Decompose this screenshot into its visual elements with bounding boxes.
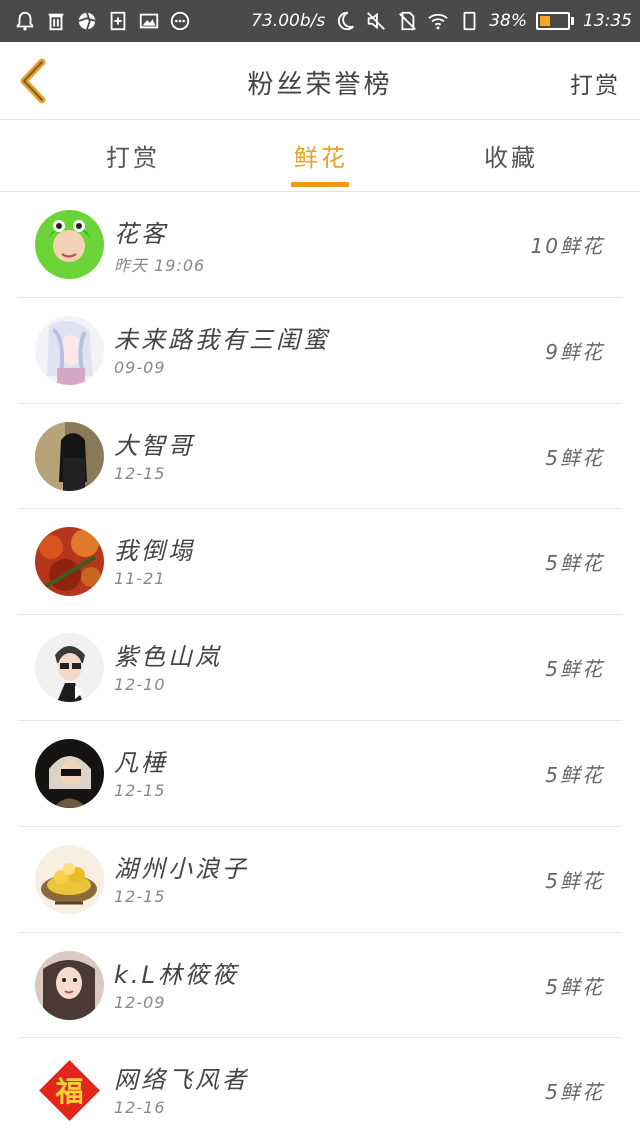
fan-date: 12-10: [114, 675, 166, 695]
aperture-icon: [76, 10, 98, 32]
fan-name: 紫色山岚: [114, 643, 222, 672]
avatar: [35, 210, 104, 279]
flower-count: 10鲜花: [530, 234, 604, 258]
tab-bar: 打赏 鲜花 收藏: [0, 120, 640, 192]
list-item[interactable]: k.L林筱筱 12-09 5鲜花: [18, 933, 622, 1039]
avatar: [35, 315, 104, 385]
list-item[interactable]: 我倒塌 11-21 5鲜花: [18, 509, 622, 616]
fan-ranking-list: 花客 昨天 19:06 10鲜花 未来路我有三闺蜜 09-09 9鲜花 大智哥 …: [18, 192, 622, 1138]
sim-add-icon: [107, 10, 129, 32]
fan-date: 12-09: [114, 992, 166, 1012]
tab-flowers[interactable]: 鲜花: [294, 138, 348, 173]
alarm-bell-icon: [14, 10, 36, 32]
fan-name: 凡棰: [114, 748, 168, 777]
avatar: [35, 844, 104, 914]
no-sim-icon: [396, 10, 418, 32]
avatar: 福: [35, 1056, 104, 1126]
fan-date: 11-21: [114, 569, 166, 589]
flower-count: 5鲜花: [545, 762, 604, 787]
battery-icon: [536, 12, 574, 30]
notification-icons: [14, 10, 191, 32]
avatar: [35, 633, 104, 703]
list-item[interactable]: 大智哥 12-15 5鲜花: [18, 404, 622, 510]
list-item[interactable]: 未来路我有三闺蜜 09-09 9鲜花: [18, 298, 622, 404]
list-item[interactable]: 紫色山岚 12-10 5鲜花: [18, 615, 622, 721]
fan-date: 12-15: [114, 886, 166, 906]
battery-percent: 38%: [489, 11, 527, 31]
avatar: [35, 421, 104, 491]
avatar-fu-text: 福: [54, 1075, 83, 1108]
clock: 13:35: [583, 11, 632, 31]
list-item[interactable]: 花客 昨天 19:06 10鲜花: [18, 192, 622, 298]
sim-card-icon: [458, 10, 480, 32]
fan-date: 12-16: [114, 1098, 166, 1118]
fan-name: 我倒塌: [114, 537, 195, 566]
list-item[interactable]: 凡棰 12-15 5鲜花: [18, 721, 622, 827]
fan-name: 未来路我有三闺蜜: [114, 325, 330, 354]
mute-icon: [365, 10, 387, 32]
avatar: [35, 527, 104, 597]
fan-name: 大智哥: [114, 431, 195, 460]
flower-count: 9鲜花: [545, 339, 604, 364]
system-status: 73.00b/s 38% 13:35: [251, 10, 632, 32]
network-speed: 73.00b/s: [251, 11, 326, 31]
avatar: [35, 950, 104, 1020]
app-header: 粉丝荣誉榜 打赏: [0, 42, 640, 120]
flower-count: 5鲜花: [545, 868, 604, 893]
flower-count: 5鲜花: [545, 445, 604, 470]
page-title: 粉丝荣誉榜: [247, 70, 393, 100]
fan-name: 网络飞风者: [114, 1066, 249, 1095]
fan-name: 湖州小浪子: [114, 854, 249, 883]
fan-date: 12-15: [114, 780, 166, 800]
fan-date: 09-09: [114, 357, 166, 377]
wifi-icon: [427, 10, 449, 32]
avatar: [35, 738, 104, 808]
tab-favorites[interactable]: 收藏: [484, 138, 538, 173]
trash-icon: [45, 10, 67, 32]
fan-name: k.L林筱筱: [114, 960, 239, 989]
flower-count: 5鲜花: [545, 551, 604, 576]
fan-date: 12-15: [114, 463, 166, 483]
active-tab-indicator: [291, 182, 349, 187]
flower-count: 5鲜花: [545, 974, 604, 999]
gallery-icon: [138, 10, 160, 32]
more-dots-icon: [169, 10, 191, 32]
fan-date: 昨天 19:06: [114, 256, 206, 275]
list-item[interactable]: 湖州小浪子 12-15 5鲜花: [18, 827, 622, 933]
status-bar: 73.00b/s 38% 13:35: [0, 0, 640, 42]
reward-button[interactable]: 打赏: [570, 66, 620, 100]
tab-reward[interactable]: 打赏: [106, 138, 160, 173]
fan-name: 花客: [114, 220, 168, 248]
moon-icon: [334, 10, 356, 32]
flower-count: 5鲜花: [545, 657, 604, 682]
flower-count: 5鲜花: [545, 1080, 604, 1105]
list-item[interactable]: 福 网络飞风者 12-16 5鲜花: [18, 1038, 622, 1138]
